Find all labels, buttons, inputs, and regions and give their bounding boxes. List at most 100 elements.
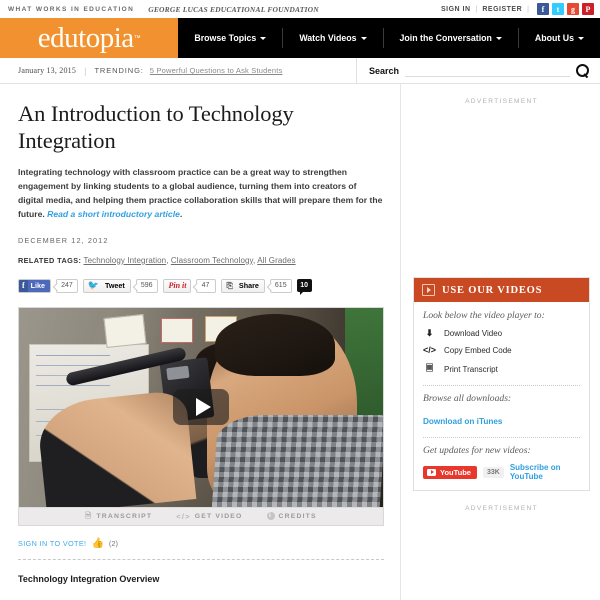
facebook-icon[interactable]: f xyxy=(537,3,549,15)
nav-item-watch-videos[interactable]: Watch Videos xyxy=(282,28,382,48)
comment-count-badge[interactable]: 10 xyxy=(296,279,312,296)
wall-poster xyxy=(103,313,147,348)
download-video-item[interactable]: ⬇ Download Video xyxy=(423,328,580,339)
search-input[interactable] xyxy=(405,64,570,77)
related-tags-row: RELATED TAGS: Technology Integration, Cl… xyxy=(18,256,384,265)
twitter-tweet-label: Tweet xyxy=(104,281,125,291)
use-our-videos-header: USE OUR VIDEOS xyxy=(414,278,589,302)
twitter-icon: 🐦 xyxy=(87,280,99,291)
logo-wordmark: edutopia xyxy=(37,21,134,54)
tag-link-classroom-technology[interactable]: Classroom Technology xyxy=(171,256,253,265)
divider xyxy=(423,437,580,438)
main-navigation-bar: edutopia ™ Browse Topics Watch Videos Joi… xyxy=(0,18,600,58)
pinterest-pin-count: 47 xyxy=(195,278,216,293)
code-icon: </> xyxy=(176,511,191,521)
get-video-label: GET VIDEO xyxy=(194,512,243,520)
sign-in-link[interactable]: SIGN IN xyxy=(436,6,476,13)
social-share-row: f Like 247 🐦 Tweet 596 Pin it 47 ⎘ Share xyxy=(18,278,384,296)
publish-date: DECEMBER 12, 2012 xyxy=(18,235,109,245)
facebook-like-button[interactable]: f Like xyxy=(18,278,52,293)
trademark-symbol: ™ xyxy=(133,34,141,42)
nav-item-about-us[interactable]: About Us xyxy=(517,28,600,48)
wall-poster xyxy=(161,317,193,343)
facebook-like-label: Like xyxy=(30,281,46,291)
chevron-down-icon xyxy=(578,36,584,40)
youtube-icon xyxy=(427,468,436,476)
search-icon[interactable] xyxy=(576,63,590,78)
social-icon-group: f t g P xyxy=(537,3,594,15)
film-icon xyxy=(422,284,435,296)
transcript-button[interactable]: 🗎 TRANSCRIPT xyxy=(85,510,152,523)
info-icon: i xyxy=(266,512,275,521)
advertisement-slot-bottom xyxy=(413,516,590,600)
nav-item-browse-topics[interactable]: Browse Topics xyxy=(178,28,282,48)
site-tagline: WHAT WORKS IN EDUCATION xyxy=(8,5,135,13)
document-icon: 🗎 xyxy=(85,510,93,520)
plaid-shirt xyxy=(211,414,383,507)
intro-article-link[interactable]: Read a short introductory article xyxy=(47,209,180,219)
tag-separator: , xyxy=(253,255,256,265)
page-root: WHAT WORKS IN EDUCATION GEORGE LUCAS EDU… xyxy=(0,0,600,600)
thumbs-up-icon[interactable]: 👍 xyxy=(91,538,103,549)
trending-area: January 13, 2015 | TRENDING: 5 Powerful … xyxy=(0,58,357,83)
chevron-down-icon xyxy=(260,36,267,40)
trending-search-bar: January 13, 2015 | TRENDING: 5 Powerful … xyxy=(0,58,600,84)
credits-label: CREDITS xyxy=(278,512,317,520)
sidebar: ADVERTISEMENT USE OUR VIDEOS Look below … xyxy=(400,84,600,600)
copy-embed-code-item[interactable]: </> Copy Embed Code xyxy=(423,345,580,355)
youtube-subscribe-row: YouTube 33K Subscribe on YouTube xyxy=(423,463,580,481)
print-transcript-icon: 🗏 xyxy=(425,363,434,373)
divider xyxy=(18,558,384,560)
sign-in-to-vote-link[interactable]: SIGN IN TO VOTE! xyxy=(18,539,86,548)
video-poster[interactable] xyxy=(19,307,383,507)
pinterest-pin-button[interactable]: Pin it xyxy=(162,278,191,293)
share-count: 615 xyxy=(269,278,292,293)
print-transcript-item[interactable]: 🗏 Print Transcript xyxy=(423,361,580,377)
main-column: An Introduction to Technology Integratio… xyxy=(0,84,400,600)
nav-item-label: Browse Topics xyxy=(194,33,257,43)
pinterest-icon[interactable]: P xyxy=(582,3,594,15)
article-description: Integrating technology with classroom pr… xyxy=(18,166,384,222)
facebook-like-count: 247 xyxy=(56,278,78,293)
subscribe-on-youtube-link[interactable]: Subscribe on YouTube xyxy=(510,463,580,481)
student-hair xyxy=(215,313,335,376)
nav-item-join-the-conversation[interactable]: Join the Conversation xyxy=(382,28,518,48)
chevron-down-icon xyxy=(495,36,502,40)
twitter-icon[interactable]: t xyxy=(552,3,564,15)
youtube-subscriber-count: 33K xyxy=(482,466,504,478)
nav-items: Browse Topics Watch Videos Join the Conv… xyxy=(178,18,600,58)
chapter-title: Technology Integration Overview xyxy=(18,573,160,584)
foundation-name: GEORGE LUCAS EDUCATIONAL FOUNDATION xyxy=(148,4,319,14)
twitter-tweet-button[interactable]: 🐦 Tweet xyxy=(82,278,131,293)
download-icon: ⬇ xyxy=(425,328,434,338)
copy-embed-code-label: Copy Embed Code xyxy=(444,345,512,355)
nav-item-label: Join the Conversation xyxy=(399,33,492,43)
vote-row: SIGN IN TO VOTE! 👍 (2) xyxy=(18,538,384,549)
facebook-icon: f xyxy=(19,279,28,292)
search-label: Search xyxy=(369,65,400,76)
youtube-button[interactable]: YouTube xyxy=(423,465,477,479)
page-content: An Introduction to Technology Integratio… xyxy=(0,84,600,600)
tag-link-all-grades[interactable]: All Grades xyxy=(257,256,295,265)
description-period: . xyxy=(179,208,183,219)
utility-bar: WHAT WORKS IN EDUCATION GEORGE LUCAS EDU… xyxy=(0,0,600,18)
credits-button[interactable]: i CREDITS xyxy=(266,512,317,521)
tag-link-technology-integration[interactable]: Technology Integration xyxy=(84,256,167,265)
site-logo[interactable]: edutopia ™ xyxy=(0,18,179,58)
play-icon xyxy=(195,398,211,417)
download-on-itunes-link[interactable]: Download on iTunes xyxy=(423,417,502,426)
share-button[interactable]: ⎘ Share xyxy=(220,278,265,293)
advertisement-slot-top xyxy=(413,109,590,277)
updates-lead: Get updates for new videos: xyxy=(423,445,531,456)
youtube-label: YouTube xyxy=(440,467,471,477)
page-title: An Introduction to Technology Integratio… xyxy=(18,101,294,153)
use-our-videos-body: Look below the video player to: ⬇ Downlo… xyxy=(414,302,589,490)
utility-right-group: SIGN IN | REGISTER | f t g P xyxy=(436,3,594,15)
google-plus-icon[interactable]: g xyxy=(567,3,579,15)
download-video-label: Download Video xyxy=(444,329,503,338)
get-video-button[interactable]: </> GET VIDEO xyxy=(176,512,242,521)
play-button[interactable] xyxy=(173,389,229,426)
utility-separator-2: | xyxy=(527,5,529,13)
register-link[interactable]: REGISTER xyxy=(477,6,527,13)
trending-article-link[interactable]: 5 Powerful Questions to Ask Students xyxy=(150,66,283,75)
